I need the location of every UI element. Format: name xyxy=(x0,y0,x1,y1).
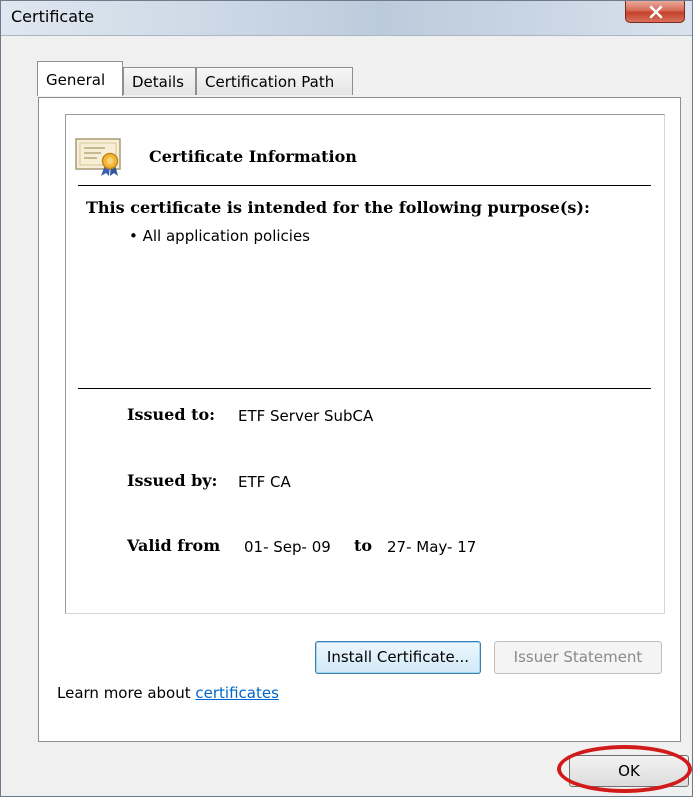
close-button[interactable] xyxy=(625,1,685,23)
divider-top xyxy=(78,185,651,186)
tab-general[interactable]: General xyxy=(37,61,123,96)
close-icon xyxy=(649,5,663,19)
certificates-link[interactable]: certificates xyxy=(195,684,279,702)
issued-by-value: ETF CA xyxy=(238,473,291,491)
valid-to-value: 27- May- 17 xyxy=(387,538,477,556)
tab-certification-path[interactable]: Certification Path xyxy=(196,67,353,95)
purpose-heading: This certificate is intended for the fol… xyxy=(86,198,590,217)
purpose-item: • All application policies xyxy=(129,227,310,245)
info-title: Certificate Information xyxy=(149,147,357,166)
valid-to-label: to xyxy=(354,536,373,555)
issued-by-label: Issued by: xyxy=(127,471,218,490)
issuer-statement-button[interactable]: Issuer Statement xyxy=(494,641,662,674)
install-certificate-button[interactable]: Install Certificate... xyxy=(315,641,481,674)
valid-from-value: 01- Sep- 09 xyxy=(244,538,331,556)
title-bar[interactable]: Certificate xyxy=(1,1,692,36)
issued-to-value: ETF Server SubCA xyxy=(238,407,374,425)
learn-more-text: Learn more about certificates xyxy=(57,684,279,702)
window-title: Certificate xyxy=(11,7,95,26)
ok-button[interactable]: OK xyxy=(569,755,689,787)
valid-from-label: Valid from xyxy=(127,536,221,555)
certificate-icon xyxy=(75,135,125,181)
issued-to-label: Issued to: xyxy=(127,405,216,424)
divider-bottom xyxy=(78,388,651,389)
learn-more-prefix: Learn more about xyxy=(57,684,196,702)
tab-details[interactable]: Details xyxy=(123,67,196,95)
certificate-dialog: Certificate General Details Certificatio… xyxy=(0,0,693,797)
